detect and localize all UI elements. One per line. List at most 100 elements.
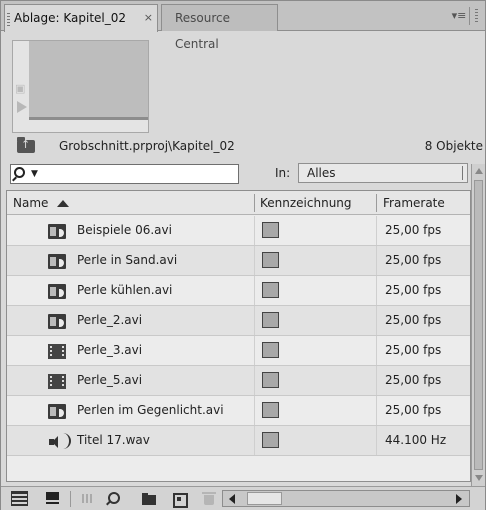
column-divider [376,426,377,455]
clip-name: Beispiele 06.avi [77,223,172,237]
search-input[interactable]: ▼ [10,164,239,184]
bin-path: Grobschnitt.prproj\Kapitel_02 [59,139,235,153]
av-clip-icon [48,254,66,269]
clip-framerate: 25,00 fps [385,313,442,327]
find-icon[interactable] [105,491,121,506]
column-header-label[interactable]: Kennzeichnung [260,196,352,210]
column-divider[interactable] [254,194,255,212]
label-color-swatch[interactable] [262,282,279,298]
table-row[interactable]: Perle_2.avi 25,00 fps [7,306,470,336]
table-row[interactable]: Perlen im Gegenlicht.avi 25,00 fps [7,396,470,426]
clip-framerate: 25,00 fps [385,223,442,237]
clip-framerate: 25,00 fps [385,373,442,387]
column-divider [254,216,255,245]
column-divider [254,306,255,335]
project-items-table: Name Kennzeichnung Framerate Beispiele 0… [6,190,471,482]
tab-grip-icon[interactable] [7,13,10,26]
scroll-down-icon[interactable] [475,475,483,481]
av-clip-icon [48,284,66,299]
in-dropdown-value: Alles [307,166,336,180]
clip-framerate: 25,00 fps [385,403,442,417]
list-view-icon[interactable] [11,491,28,506]
preview-thumbnail [29,41,148,120]
av-clip-icon [48,224,66,239]
scroll-thumb[interactable] [474,180,483,470]
search-icon[interactable] [14,167,25,178]
column-header-framerate[interactable]: Framerate [383,196,445,210]
column-divider [254,336,255,365]
column-divider [254,426,255,455]
clip-name: Perle_2.avi [77,313,143,327]
column-divider [376,396,377,425]
automate-to-sequence-icon[interactable] [80,491,96,506]
clip-framerate: 25,00 fps [385,283,442,297]
clip-framerate: 25,00 fps [385,253,442,267]
label-color-swatch[interactable] [262,252,279,268]
column-divider [376,306,377,335]
clip-framerate: 44.100 Hz [385,433,447,447]
label-color-swatch[interactable] [262,402,279,418]
clip-name: Perle_3.avi [77,343,143,357]
bottom-toolbar [1,486,485,510]
column-divider [376,336,377,365]
item-count: 8 Objekte [424,139,483,153]
panel-menu-icon[interactable]: ▾≡ [450,8,468,24]
vertical-scrollbar[interactable] [471,164,485,486]
tab-bar: Ablage: Kapitel_02 × Resource Central ▾≡ [1,1,485,51]
scroll-thumb[interactable] [247,492,282,505]
horizontal-scrollbar[interactable] [222,490,470,507]
new-bin-icon[interactable] [141,491,157,506]
tab-ablage-kapitel-02[interactable]: Ablage: Kapitel_02 × [4,4,158,32]
video-clip-icon [48,374,66,389]
dropdown-divider [462,166,463,180]
column-divider [254,366,255,395]
column-divider [376,246,377,275]
table-header: Name Kennzeichnung Framerate [7,191,470,215]
tab-resource-central[interactable]: Resource Central [161,4,278,51]
scroll-up-icon[interactable] [475,168,483,174]
in-label: In: [275,166,291,180]
clip-name: Perle_5.avi [77,373,143,387]
poster-frame-icon[interactable]: ▣ [15,83,29,94]
label-color-swatch[interactable] [262,372,279,388]
column-divider [254,396,255,425]
label-color-swatch[interactable] [262,312,279,328]
in-dropdown[interactable]: Alles [298,163,468,183]
table-row[interactable]: Perle_3.avi 25,00 fps [7,336,470,366]
table-row[interactable]: Beispiele 06.avi 25,00 fps [7,216,470,246]
search-dropdown-icon[interactable]: ▼ [31,169,38,179]
sort-ascending-icon[interactable] [57,200,69,207]
clip-name: Perle kühlen.avi [77,283,173,297]
table-row[interactable]: Perle kühlen.avi 25,00 fps [7,276,470,306]
column-divider [254,276,255,305]
column-divider [254,246,255,275]
column-divider [376,216,377,245]
play-icon[interactable] [17,101,27,113]
panel-grip-icon[interactable] [475,9,478,22]
column-divider [376,276,377,305]
label-color-swatch[interactable] [262,432,279,448]
scroll-left-icon[interactable] [229,494,235,504]
table-row[interactable]: Titel 17.wav 44.100 Hz [7,426,470,456]
scroll-right-icon[interactable] [456,494,462,504]
av-clip-icon [48,314,66,329]
icon-view-icon[interactable] [45,491,61,506]
sound-waves-icon [61,433,71,449]
project-panel: Ablage: Kapitel_02 × Resource Central ▾≡… [0,0,486,510]
label-color-swatch[interactable] [262,222,279,238]
clip-name: Titel 17.wav [77,433,150,447]
toolbar-divider [70,491,71,507]
close-icon[interactable]: × [144,5,153,31]
new-item-icon[interactable] [171,491,188,508]
label-color-swatch[interactable] [262,342,279,358]
column-divider[interactable] [376,194,377,212]
av-clip-icon [48,404,66,419]
column-header-name[interactable]: Name [13,196,48,210]
parent-bin-icon[interactable] [17,137,35,153]
tab-label: Ablage: Kapitel_02 [14,11,127,25]
table-row[interactable]: Perle_5.avi 25,00 fps [7,366,470,396]
table-row[interactable]: Perle in Sand.avi 25,00 fps [7,246,470,276]
table-body: Beispiele 06.avi 25,00 fps Perle in Sand.a… [7,216,470,456]
delete-icon[interactable] [201,491,217,506]
clip-name: Perlen im Gegenlicht.avi [77,403,224,417]
